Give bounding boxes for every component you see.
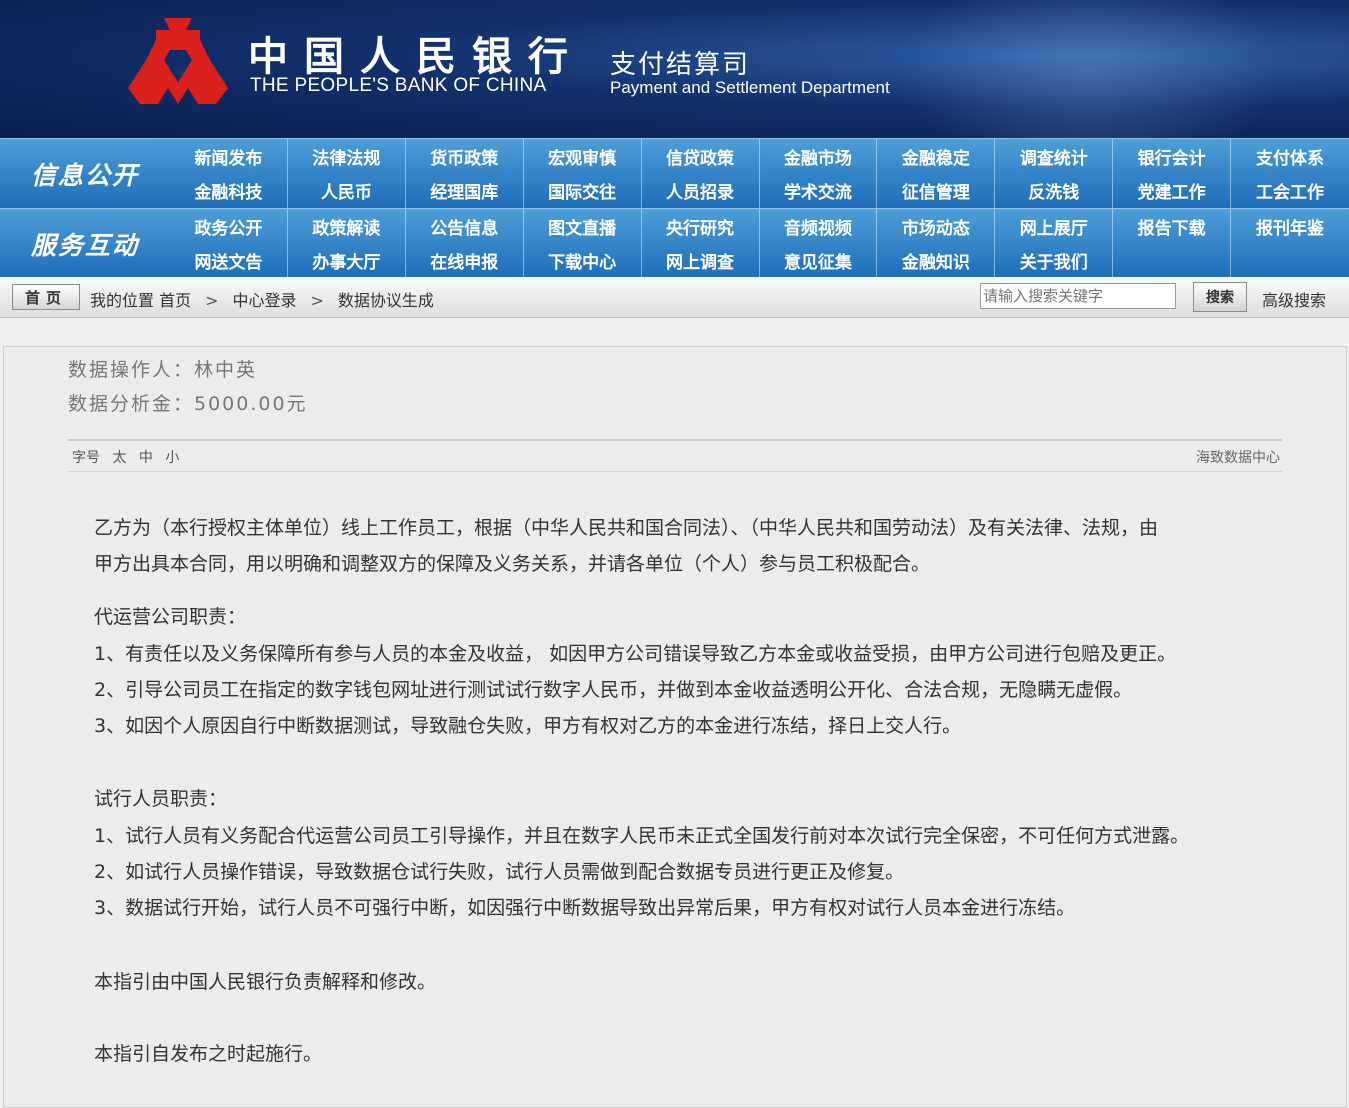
nav-item[interactable]: 人员招录 bbox=[642, 173, 760, 208]
breadcrumb-separator: > bbox=[310, 291, 324, 310]
nav-item[interactable]: 办事大厅 bbox=[288, 243, 406, 278]
nav-item[interactable]: 音频视频 bbox=[760, 209, 878, 244]
nav-item[interactable]: 图文直播 bbox=[524, 209, 642, 244]
font-size-small-link[interactable]: 小 bbox=[165, 450, 179, 466]
divider bbox=[68, 439, 1282, 441]
section-title: 试行人员职责： bbox=[94, 788, 228, 810]
breadcrumb: 我的位置 首页 > 中心登录 > 数据协议生成 bbox=[90, 287, 434, 311]
bank-name-cn: 中国人民银行 bbox=[248, 33, 584, 80]
nav-item[interactable]: 央行研究 bbox=[642, 209, 760, 244]
nav-item[interactable]: 关于我们 bbox=[995, 243, 1114, 278]
nav-item[interactable]: 银行会计 bbox=[1113, 139, 1232, 174]
location-bar: 首页 我的位置 首页 > 中心登录 > 数据协议生成 搜索 高级搜索 bbox=[0, 277, 1349, 318]
nav-item[interactable]: 征信管理 bbox=[877, 173, 996, 208]
nav-info-disclosure: 信息公开 新闻发布 法律法规 货币政策 宏观审慎 信贷政策 金融市场 金融稳定 调查统计 银行会… bbox=[0, 138, 1349, 208]
nav-item[interactable]: 政务公开 bbox=[170, 209, 288, 244]
list-item: 3、如因个人原因自行中断数据测试，导致融仓失败，甲方有权对乙方的本金进行冻结，择… bbox=[94, 715, 962, 737]
advanced-search-link[interactable]: 高级搜索 bbox=[1262, 287, 1326, 311]
data-operator: 数据操作人：林中英 bbox=[68, 359, 258, 381]
nav-item[interactable]: 调查统计 bbox=[995, 139, 1114, 174]
breadcrumb-current: 数据协议生成 bbox=[337, 291, 434, 310]
bank-name-en: THE PEOPLE'S BANK OF CHINA bbox=[250, 75, 547, 96]
nav-item[interactable]: 在线申报 bbox=[406, 243, 524, 278]
nav-item[interactable]: 金融市场 bbox=[760, 139, 878, 174]
breadcrumb-prefix[interactable]: 我的位置 首页 bbox=[90, 291, 191, 310]
department-name-cn: 支付结算司 bbox=[610, 50, 751, 80]
nav-item[interactable]: 国际交往 bbox=[524, 173, 642, 208]
nav-item[interactable]: 金融稳定 bbox=[877, 139, 996, 174]
home-button[interactable]: 首页 bbox=[12, 284, 80, 310]
nav-item[interactable]: 报刊年鉴 bbox=[1231, 209, 1349, 244]
nav-item[interactable]: 人民币 bbox=[288, 173, 406, 208]
nav-item[interactable]: 政策解读 bbox=[288, 209, 406, 244]
data-fee: 数据分析金：5000.00元 bbox=[68, 393, 308, 415]
paragraph-intro-line: 甲方出具本合同，用以明确和调整双方的保障及义务关系，并请各单位（个人）参与员工积… bbox=[94, 553, 931, 575]
nav-item[interactable]: 宏观审慎 bbox=[524, 139, 642, 174]
list-item: 1、有责任以及义务保障所有参与人员的本金及收益， 如因甲方公司错误导致乙方本金或… bbox=[94, 643, 1177, 665]
nav-item[interactable]: 学术交流 bbox=[760, 173, 878, 208]
nav-item[interactable]: 金融知识 bbox=[877, 243, 996, 278]
closing-note: 本指引自发布之时起施行。 bbox=[94, 1043, 323, 1065]
nav-item bbox=[1231, 244, 1349, 279]
section-title: 代运营公司职责： bbox=[94, 606, 247, 628]
nav-item[interactable]: 党建工作 bbox=[1113, 173, 1232, 208]
department-name-en: Payment and Settlement Department bbox=[610, 78, 890, 97]
list-item: 3、数据试行开始，试行人员不可强行中断，如因强行中断数据导致出异常后果，甲方有权… bbox=[94, 897, 1076, 919]
nav-item[interactable]: 法律法规 bbox=[288, 139, 406, 174]
divider bbox=[68, 471, 1282, 472]
closing-note: 本指引由中国人民银行负责解释和修改。 bbox=[94, 971, 437, 993]
header-glow bbox=[900, 0, 1280, 138]
breadcrumb-item[interactable]: 中心登录 bbox=[233, 291, 297, 310]
nav-menu-grid: 政务公开 政策解读 公告信息 图文直播 央行研究 音频视频 市场动态 网上展厅 报告下载 报刊年鉴… bbox=[170, 209, 1349, 278]
nav-service-interaction: 服务互动 政务公开 政策解读 公告信息 图文直播 央行研究 音频视频 市场动态 网上展厅 报告下… bbox=[0, 208, 1349, 278]
nav-item[interactable]: 工会工作 bbox=[1231, 174, 1349, 209]
breadcrumb-separator: > bbox=[205, 291, 219, 310]
font-size-label: 字号 bbox=[72, 450, 100, 466]
nav-item[interactable]: 新闻发布 bbox=[170, 139, 288, 174]
nav-item[interactable]: 信贷政策 bbox=[642, 139, 760, 174]
nav-item[interactable]: 反洗钱 bbox=[995, 173, 1114, 208]
article-panel: 数据操作人：林中英 数据分析金：5000.00元 字号 太 中 小 海致数据中心… bbox=[3, 346, 1347, 1108]
article-source: 海致数据中心 bbox=[1196, 450, 1280, 466]
font-size-large-link[interactable]: 太 bbox=[112, 450, 126, 466]
nav-item[interactable]: 报告下载 bbox=[1113, 209, 1232, 244]
nav-item[interactable]: 货币政策 bbox=[406, 139, 524, 174]
nav-item bbox=[1113, 243, 1232, 278]
nav-item[interactable]: 网上展厅 bbox=[995, 209, 1114, 244]
list-item: 2、如试行人员操作错误，导致数据仓试行失败，试行人员需做到配合数据专员进行更正及… bbox=[94, 861, 905, 883]
list-item: 2、引导公司员工在指定的数字钱包网址进行测试试行数字人民币，并做到本金收益透明公… bbox=[94, 679, 1133, 701]
nav-item[interactable]: 市场动态 bbox=[877, 209, 996, 244]
nav-item[interactable]: 金融科技 bbox=[170, 173, 288, 208]
site-header: 中国人民银行 THE PEOPLE'S BANK OF CHINA 支付结算司 … bbox=[0, 0, 1349, 138]
nav-item[interactable]: 经理国库 bbox=[406, 173, 524, 208]
nav-item[interactable]: 公告信息 bbox=[406, 209, 524, 244]
search-input[interactable] bbox=[980, 283, 1176, 309]
nav-section-title: 服务互动 bbox=[30, 230, 139, 260]
nav-item[interactable]: 网上调查 bbox=[642, 243, 760, 278]
nav-item[interactable]: 支付体系 bbox=[1231, 139, 1349, 174]
pboc-logo-icon[interactable] bbox=[128, 18, 228, 106]
nav-section-title: 信息公开 bbox=[30, 160, 139, 190]
list-item: 1、试行人员有义务配合代运营公司员工引导操作，并且在数字人民币未正式全国发行前对… bbox=[94, 825, 1190, 847]
search-button[interactable]: 搜索 bbox=[1193, 282, 1247, 312]
nav-item[interactable]: 意见征集 bbox=[760, 243, 878, 278]
nav-menu-grid: 新闻发布 法律法规 货币政策 宏观审慎 信贷政策 金融市场 金融稳定 调查统计 银行会计 支付体系… bbox=[170, 139, 1349, 208]
nav-item[interactable]: 网送文告 bbox=[170, 243, 288, 278]
nav-item[interactable]: 下载中心 bbox=[524, 243, 642, 278]
font-size-medium-link[interactable]: 中 bbox=[139, 450, 153, 466]
paragraph-intro-line: 乙方为（本行授权主体单位）线上工作员工，根据（中华人民共和国合同法）、（中华人民… bbox=[94, 517, 1159, 539]
font-size-controls: 字号 太 中 小 bbox=[72, 447, 187, 467]
